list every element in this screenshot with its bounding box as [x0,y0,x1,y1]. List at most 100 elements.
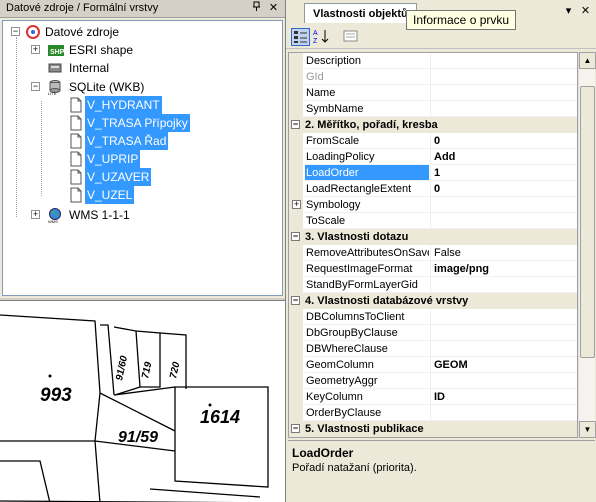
property-row[interactable]: OrderByClause [289,405,577,421]
property-row[interactable]: GId [289,69,577,85]
property-description-pane: LoadOrder Pořadí natažaní (priorita). [288,440,595,500]
row-gutter [289,341,303,357]
property-value[interactable] [430,341,577,357]
tree-layer-v-uprip[interactable]: V_UPRIP [69,150,269,168]
collapse-icon[interactable]: − [291,232,300,241]
property-value[interactable] [430,309,577,325]
property-row[interactable]: GeomColumn GEOM [289,357,577,373]
property-row[interactable]: RequestImageFormat image/png [289,261,577,277]
property-value[interactable]: Add [430,149,577,165]
property-row[interactable]: SymbName [289,101,577,117]
tree-layer-v-trasa-pripojky[interactable]: V_TRASA Přípojky [69,114,269,132]
property-category[interactable]: −2. Měřítko, pořadí, kresba [289,117,577,133]
property-value[interactable] [430,277,577,293]
property-value[interactable]: 0 [430,133,577,149]
property-row[interactable]: DBColumnsToClient [289,309,577,325]
scroll-down-icon[interactable]: ▼ [579,421,596,438]
tree-layer-v-hydrant[interactable]: V_HYDRANT [69,96,269,114]
row-gutter [289,261,303,277]
property-value[interactable]: 1 [430,165,577,181]
tree-item-label: Internal [69,61,110,75]
close-icon[interactable]: ✕ [266,1,281,16]
property-grid-scrollbar[interactable]: ▲ ▼ [578,52,596,438]
property-row[interactable]: LoadOrder 1 [289,165,577,181]
collapse-icon[interactable]: − [291,296,300,305]
collapse-icon[interactable]: − [31,82,40,91]
property-pages-icon[interactable] [342,28,361,46]
collapse-icon[interactable]: − [11,27,20,36]
property-row[interactable]: GeometryAggr [289,373,577,389]
expand-icon[interactable]: + [31,45,40,54]
tree-layer-label: V_UZAVER [85,168,152,186]
property-row[interactable]: Description [289,53,577,69]
property-value[interactable]: image/png [430,261,577,277]
pin-icon[interactable] [249,1,264,16]
property-category[interactable]: −4. Vlastnosti databázové vrstvy [289,293,577,309]
property-category[interactable]: −3. Vlastnosti dotazu [289,229,577,245]
tree-root[interactable]: − Datové zdroje [11,23,251,41]
property-value[interactable] [430,325,577,341]
tree-layer-v-trasa-rad[interactable]: V_TRASA Řad [69,132,269,150]
property-row[interactable]: LoadingPolicy Add [289,149,577,165]
expand-icon[interactable]: + [292,200,301,209]
property-name: FromScale [305,133,429,149]
row-gutter [289,133,303,149]
tree-layer-label: V_TRASA Přípojky [85,114,190,132]
property-value[interactable] [430,85,577,101]
parcel-label-1614: 1614 [200,407,240,427]
tree-layer-label: V_HYDRANT [85,96,162,114]
property-row[interactable]: DbGroupByClause [289,325,577,341]
close-icon[interactable]: ✕ [578,4,593,19]
property-value[interactable] [430,69,577,85]
property-value[interactable]: 0 [430,181,577,197]
property-row[interactable]: KeyColumn ID [289,389,577,405]
property-value[interactable] [430,101,577,117]
collapse-icon[interactable]: − [291,424,300,433]
tree-item-internal[interactable]: Internal [33,59,253,77]
property-row[interactable]: + Symbology [289,197,577,213]
property-name: LoadOrder [305,165,429,181]
property-row[interactable]: FromScale 0 [289,133,577,149]
row-gutter [289,309,303,325]
property-value[interactable] [430,197,577,213]
tree-item-label: WMS 1-1-1 [69,208,130,222]
property-value[interactable]: GEOM [430,357,577,373]
category-label: 4. Vlastnosti databázové vrstvy [305,295,469,307]
svg-text:A: A [313,30,318,37]
tree-item-esri-shape[interactable]: + SHP ESRI shape [31,41,253,59]
property-value[interactable] [430,405,577,421]
tree-item-wms[interactable]: + WMS WMS 1-1-1 [31,206,253,224]
property-row[interactable]: StandByFormLayerGid [289,277,577,293]
row-gutter [289,389,303,405]
expand-icon[interactable]: + [31,210,40,219]
collapse-icon[interactable]: − [291,120,300,129]
sort-alphabetical-icon[interactable]: AZ [312,28,331,46]
property-value[interactable]: ID [430,389,577,405]
row-gutter [289,325,303,341]
tree-layer-v-uzel[interactable]: V_UZEL [69,186,269,204]
tree-item-sqlite[interactable]: − LITE SQLite (WKB) [31,78,253,96]
row-gutter [289,357,303,373]
property-category[interactable]: −5. Vlastnosti publikace [289,421,577,437]
property-value[interactable] [430,53,577,69]
categorized-view-icon[interactable] [291,28,310,46]
tab-object-properties[interactable]: Vlastnosti objektů [304,3,417,23]
property-row[interactable]: Name [289,85,577,101]
map-canvas[interactable]: 993 1614 91/59 91/60 719 720 [0,300,285,502]
property-name: DBWhereClause [305,341,429,357]
property-row[interactable]: LoadRectangleExtent 0 [289,181,577,197]
property-name: SymbName [305,101,429,117]
property-value[interactable] [430,373,577,389]
property-row[interactable]: RemoveAttributesOnSave False [289,245,577,261]
property-grid[interactable]: Description GId Name SymbName −2. Měřítko, p… [288,52,578,438]
tree-layer-v-uzaver[interactable]: V_UZAVER [69,168,269,186]
property-row[interactable]: ToScale [289,213,577,229]
parcel-label-993: 993 [40,385,72,406]
scroll-up-icon[interactable]: ▲ [579,52,596,69]
dropdown-icon[interactable]: ▾ [561,4,576,19]
data-source-tree[interactable]: − Datové zdroje + SHP ESRI shape Interna… [2,20,283,296]
scroll-thumb[interactable] [580,86,595,358]
property-value[interactable] [430,213,577,229]
property-row[interactable]: DBWhereClause [289,341,577,357]
property-value[interactable]: False [430,245,577,261]
